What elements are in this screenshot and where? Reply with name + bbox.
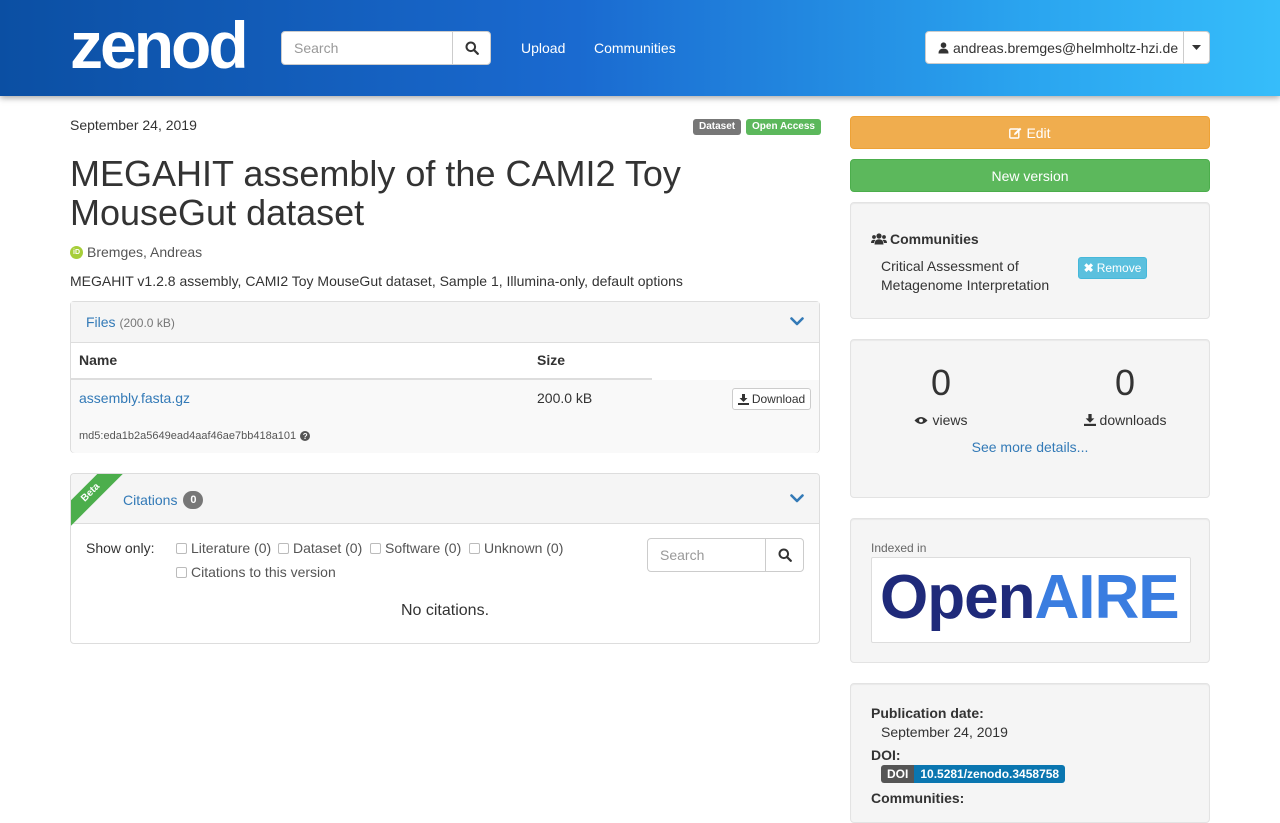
checkbox[interactable]: [176, 542, 187, 554]
eye-icon: [914, 416, 928, 424]
publication-date-value: September 24, 2019: [881, 724, 1008, 740]
citations-panel: Beta Citations 0 Show only: Literature (…: [70, 473, 820, 644]
communities-title: Communities: [890, 231, 979, 247]
citations-panel-header[interactable]: Beta Citations 0: [71, 474, 819, 528]
label-dataset: Dataset: [693, 119, 742, 135]
checkbox[interactable]: [370, 542, 381, 554]
creator: iD Bremges, Andreas: [70, 244, 202, 260]
caret-down-icon: [1192, 45, 1201, 50]
new-version-button[interactable]: New version: [850, 159, 1210, 192]
edit-button[interactable]: Edit: [850, 116, 1210, 149]
nav-communities[interactable]: Communities: [594, 40, 676, 56]
file-row: assembly.fasta.gz 200.0 kB Download md5:…: [71, 380, 819, 453]
no-citations-message: No citations.: [400, 602, 490, 619]
download-icon: [737, 393, 749, 405]
views-count: 0: [930, 362, 952, 403]
checkbox[interactable]: [176, 566, 187, 578]
citations-search-input[interactable]: [647, 538, 767, 572]
users-icon: [871, 233, 887, 245]
search-button[interactable]: [452, 31, 491, 65]
nav-upload[interactable]: Upload: [521, 40, 565, 56]
user-menu-toggle[interactable]: [1183, 32, 1209, 63]
checkbox[interactable]: [278, 542, 289, 554]
remove-community-button[interactable]: ✖ Remove: [1078, 257, 1147, 279]
question-circle-icon[interactable]: ?: [300, 431, 311, 441]
metadata-well: Publication date: September 24, 2019 DOI…: [850, 683, 1210, 823]
beta-ribbon: Beta: [71, 474, 126, 528]
files-title[interactable]: Files: [86, 314, 116, 330]
views-stat: 0 views: [851, 362, 1031, 428]
download-button[interactable]: Download: [732, 388, 811, 410]
filter-unknown[interactable]: Unknown (0): [469, 540, 563, 556]
file-link[interactable]: assembly.fasta.gz: [79, 390, 190, 406]
see-more-details-link[interactable]: See more details...: [851, 439, 1209, 455]
show-only-label: Show only:: [86, 540, 155, 556]
downloads-stat: 0 downloads: [1035, 362, 1215, 428]
checkbox[interactable]: [469, 542, 480, 554]
citations-search: [647, 538, 804, 572]
chevron-down-icon[interactable]: [790, 317, 804, 326]
svg-text:zenodo: zenodo: [70, 12, 245, 76]
record-title: MEGAHIT assembly of the CAMI2 Toy MouseG…: [70, 153, 681, 233]
search-input[interactable]: [281, 31, 453, 65]
user-email: andreas.bremges@helmholtz-hzi.de: [953, 39, 1179, 56]
indexed-in-label: Indexed in: [871, 541, 927, 555]
header-search: [281, 31, 491, 65]
citations-search-button[interactable]: [765, 538, 804, 572]
filter-this-version[interactable]: Citations to this version: [176, 564, 336, 580]
file-size: 200.0 kB: [537, 390, 593, 406]
files-panel: Files (200.0 kB) Name Size assembly.fast…: [70, 301, 820, 453]
openaire-logo[interactable]: OpenAIRE: [871, 557, 1191, 643]
communities-label: Communities:: [871, 790, 965, 806]
label-open-access: Open Access: [746, 119, 821, 135]
indexed-well: Indexed in OpenAIRE: [850, 518, 1210, 663]
close-icon: ✖: [1083, 261, 1094, 275]
search-icon: [465, 41, 479, 55]
column-header-size: Size: [537, 352, 566, 368]
community-name[interactable]: Critical Assessment of Metagenome Interp…: [881, 257, 1071, 295]
filter-dataset[interactable]: Dataset (0): [278, 540, 362, 556]
chevron-down-icon[interactable]: [790, 494, 804, 503]
files-total-size: (200.0 kB): [119, 316, 175, 330]
publication-date: September 24, 2019: [70, 117, 197, 133]
column-header-name: Name: [79, 352, 118, 368]
downloads-count: 0: [1114, 362, 1136, 403]
filter-software[interactable]: Software (0): [370, 540, 461, 556]
zenodo-logo[interactable]: zenodo: [70, 12, 245, 76]
orcid-icon[interactable]: iD: [70, 245, 83, 259]
doi-badge[interactable]: DOI 10.5281/zenodo.3458758: [881, 765, 1066, 783]
citations-count-badge: 0: [183, 491, 204, 509]
top-navbar: zenodo Upload Communities andreas.bremge…: [0, 0, 1280, 96]
user-icon: [938, 41, 949, 53]
communities-well: Communities Critical Assessment of Metag…: [850, 202, 1210, 319]
file-md5: md5:eda1b2a5649ead4aaf46ae7bb418a101 ?: [79, 430, 311, 442]
svg-text:OpenAIRE: OpenAIRE: [880, 563, 1179, 632]
doi-label: DOI:: [871, 747, 901, 763]
filter-literature[interactable]: Literature (0): [176, 540, 271, 556]
record-description: MEGAHIT v1.2.8 assembly, CAMI2 Toy Mouse…: [70, 273, 683, 289]
creator-name: Bremges, Andreas: [87, 244, 203, 260]
edit-icon: [1009, 127, 1022, 139]
search-icon: [778, 548, 792, 562]
files-panel-header[interactable]: Files (200.0 kB): [71, 302, 819, 343]
publication-date-label: Publication date:: [871, 705, 984, 721]
download-icon: [1083, 414, 1096, 426]
citations-title[interactable]: Citations: [123, 492, 177, 508]
user-menu-button[interactable]: andreas.bremges@helmholtz-hzi.de: [925, 31, 1210, 64]
stats-well: 0 views 0 downloads See more details...: [850, 339, 1210, 498]
